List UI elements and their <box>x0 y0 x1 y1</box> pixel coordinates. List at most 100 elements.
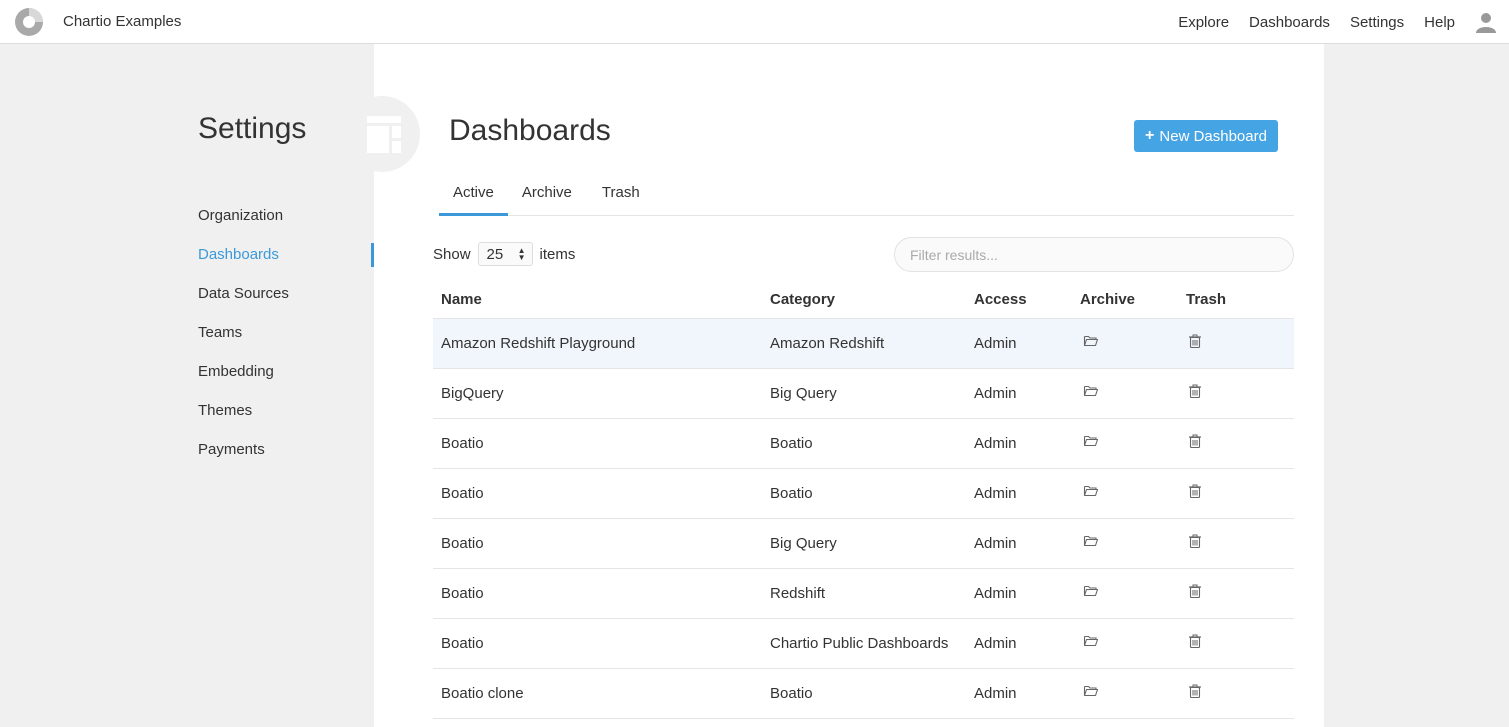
table-row[interactable]: BigQuery Big Query Admin <box>433 368 1294 419</box>
settings-title: Settings <box>198 112 307 145</box>
dashboard-tabs: Active Archive Trash <box>439 176 1294 216</box>
chartio-logo-icon[interactable] <box>15 8 43 36</box>
top-nav: Explore Dashboards Settings Help <box>1178 0 1509 44</box>
archive-folder-icon[interactable] <box>1083 433 1099 449</box>
column-header-archive: Archive <box>1072 282 1178 319</box>
dashboard-layout-icon <box>367 116 401 153</box>
dashboard-category: Boatio <box>762 468 966 519</box>
nav-explore[interactable]: Explore <box>1178 14 1229 31</box>
table-row[interactable]: Boatio Boatio Admin <box>433 468 1294 519</box>
dashboard-category: Boatio <box>762 668 966 719</box>
sidebar-item-themes[interactable]: Themes <box>198 391 374 430</box>
trash-cell <box>1178 368 1294 419</box>
dashboard-category: Chartio Public Dashboards <box>762 618 966 669</box>
archive-folder-icon[interactable] <box>1083 533 1099 549</box>
trash-icon[interactable] <box>1187 683 1203 699</box>
dashboard-category: Redshift <box>762 568 966 619</box>
column-header-trash: Trash <box>1178 282 1294 319</box>
archive-folder-icon[interactable] <box>1083 633 1099 649</box>
sidebar-item-embedding[interactable]: Embedding <box>198 352 374 391</box>
column-header-name[interactable]: Name <box>433 282 762 319</box>
page-size-select[interactable]: 25 ▲ ▼ <box>477 242 533 266</box>
dashboard-access: Admin <box>966 568 1072 619</box>
table-row[interactable]: Boatio Chartio Public Dashboards Admin <box>433 618 1294 669</box>
new-dashboard-label: New Dashboard <box>1159 127 1267 145</box>
organization-name[interactable]: Chartio Examples <box>63 13 181 30</box>
dashboard-access: Admin <box>966 368 1072 419</box>
dashboards-table: Name Category Access Archive Trash Amazo… <box>433 282 1294 719</box>
tab-active[interactable]: Active <box>439 176 508 216</box>
page-size-value: 25 <box>486 245 504 263</box>
trash-cell <box>1178 518 1294 569</box>
dashboard-name[interactable]: Boatio <box>433 618 762 669</box>
items-label: items <box>539 245 576 263</box>
dashboard-access: Admin <box>966 618 1072 669</box>
dashboard-name[interactable]: Boatio <box>433 568 762 619</box>
tab-trash[interactable]: Trash <box>588 176 654 216</box>
trash-cell <box>1178 618 1294 669</box>
sidebar-item-payments[interactable]: Payments <box>198 430 374 469</box>
trash-icon[interactable] <box>1187 583 1203 599</box>
settings-sidebar: Organization Dashboards Data Sources Tea… <box>198 196 374 469</box>
dashboard-name[interactable]: Boatio <box>433 468 762 519</box>
table-header: Name Category Access Archive Trash <box>433 282 1294 319</box>
table-row[interactable]: Boatio clone Boatio Admin <box>433 668 1294 719</box>
archive-folder-icon[interactable] <box>1083 483 1099 499</box>
archive-cell <box>1072 618 1178 669</box>
dashboard-name[interactable]: Boatio <box>433 518 762 569</box>
archive-cell <box>1072 568 1178 619</box>
dashboard-name[interactable]: Boatio clone <box>433 668 762 719</box>
tab-archive[interactable]: Archive <box>508 176 586 216</box>
column-header-access[interactable]: Access <box>966 282 1072 319</box>
user-icon[interactable] <box>1475 11 1497 33</box>
dashboard-name[interactable]: Boatio <box>433 418 762 469</box>
archive-cell <box>1072 468 1178 519</box>
dashboard-category: Boatio <box>762 418 966 469</box>
nav-dashboards[interactable]: Dashboards <box>1249 14 1330 31</box>
archive-cell <box>1072 418 1178 469</box>
sidebar-item-teams[interactable]: Teams <box>198 313 374 352</box>
table-row[interactable]: Boatio Redshift Admin <box>433 568 1294 619</box>
archive-folder-icon[interactable] <box>1083 683 1099 699</box>
dashboard-name[interactable]: Amazon Redshift Playground <box>433 318 762 369</box>
trash-cell <box>1178 418 1294 469</box>
trash-cell <box>1178 468 1294 519</box>
table-row[interactable]: Boatio Big Query Admin <box>433 518 1294 569</box>
trash-icon[interactable] <box>1187 383 1203 399</box>
archive-cell <box>1072 318 1178 369</box>
archive-cell <box>1072 518 1178 569</box>
archive-folder-icon[interactable] <box>1083 583 1099 599</box>
sidebar-item-dashboards[interactable]: Dashboards <box>198 235 374 274</box>
new-dashboard-button[interactable]: + New Dashboard <box>1134 120 1278 152</box>
trash-cell <box>1178 568 1294 619</box>
trash-icon[interactable] <box>1187 533 1203 549</box>
filter-input[interactable] <box>894 237 1294 272</box>
archive-folder-icon[interactable] <box>1083 333 1099 349</box>
dashboard-access: Admin <box>966 518 1072 569</box>
table-row[interactable]: Boatio Boatio Admin <box>433 418 1294 469</box>
top-bar: Chartio Examples Explore Dashboards Sett… <box>0 0 1509 44</box>
dashboard-category: Amazon Redshift <box>762 318 966 369</box>
trash-icon[interactable] <box>1187 483 1203 499</box>
dashboard-access: Admin <box>966 318 1072 369</box>
nav-settings[interactable]: Settings <box>1350 14 1404 31</box>
trash-cell <box>1178 668 1294 719</box>
trash-cell <box>1178 318 1294 369</box>
nav-help[interactable]: Help <box>1424 14 1455 31</box>
trash-icon[interactable] <box>1187 633 1203 649</box>
sidebar-item-data-sources[interactable]: Data Sources <box>198 274 374 313</box>
trash-icon[interactable] <box>1187 333 1203 349</box>
table-row[interactable]: Amazon Redshift Playground Amazon Redshif… <box>433 318 1294 369</box>
show-label: Show <box>433 245 471 263</box>
trash-icon[interactable] <box>1187 433 1203 449</box>
dashboard-category: Big Query <box>762 518 966 569</box>
archive-folder-icon[interactable] <box>1083 383 1099 399</box>
archive-cell <box>1072 368 1178 419</box>
column-header-category[interactable]: Category <box>762 282 966 319</box>
plus-icon: + <box>1145 127 1155 144</box>
select-arrows-icon: ▲ ▼ <box>517 246 526 262</box>
dashboard-name[interactable]: BigQuery <box>433 368 762 419</box>
dashboard-access: Admin <box>966 668 1072 719</box>
sidebar-item-organization[interactable]: Organization <box>198 196 374 235</box>
archive-cell <box>1072 668 1178 719</box>
